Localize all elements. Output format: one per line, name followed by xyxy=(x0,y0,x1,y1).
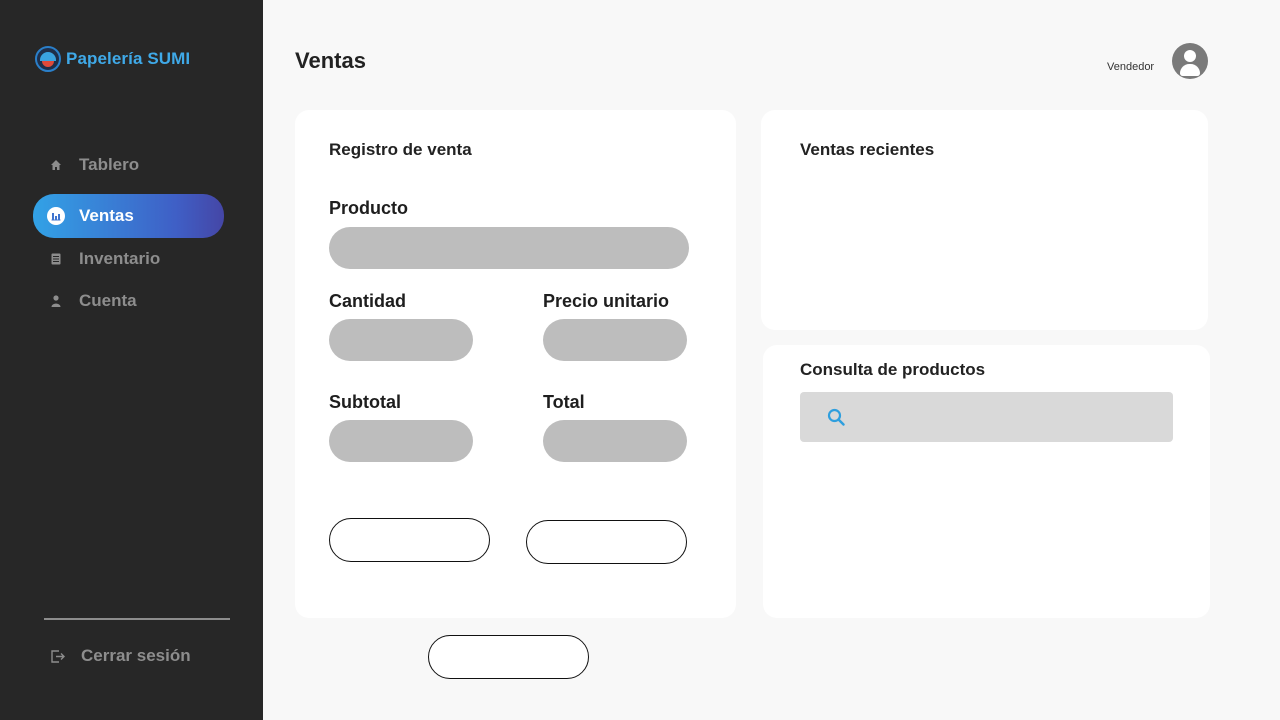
page-title: Ventas xyxy=(295,48,366,73)
quantity-input[interactable] xyxy=(329,319,473,361)
subtotal-label: Subtotal xyxy=(329,392,401,412)
home-icon xyxy=(49,158,63,172)
user-icon xyxy=(49,294,63,308)
avatar-head xyxy=(1184,50,1196,62)
sale-form-title: Registro de venta xyxy=(329,140,472,159)
form-action-button-2[interactable] xyxy=(526,520,687,564)
sales-chart-icon xyxy=(47,207,65,225)
sidebar-nav: Tablero Ventas Inventario Cuenta xyxy=(33,144,224,322)
sidebar-item-label: Inventario xyxy=(79,249,161,268)
sidebar-item-ventas[interactable]: Ventas xyxy=(33,194,224,238)
sidebar-item-inventario[interactable]: Inventario xyxy=(33,238,224,280)
user-role: Vendedor xyxy=(1107,61,1155,73)
product-label: Producto xyxy=(329,198,408,218)
logout-label: Cerrar sesión xyxy=(81,646,191,665)
product-input[interactable] xyxy=(329,227,689,269)
brand-logo-icon xyxy=(35,46,61,72)
total-field[interactable] xyxy=(543,420,687,462)
sidebar-item-label: Cuenta xyxy=(79,291,137,310)
search-icon xyxy=(827,408,845,426)
sidebar-item-cuenta[interactable]: Cuenta xyxy=(33,280,224,322)
sidebar-divider xyxy=(44,618,230,620)
brand[interactable]: Papelería SUMI xyxy=(35,46,190,72)
search-input[interactable] xyxy=(800,392,1173,442)
avatar-body xyxy=(1180,64,1200,76)
sidebar-item-label: Ventas xyxy=(79,206,134,225)
avatar[interactable] xyxy=(1172,43,1208,79)
recent-sales-card: Ventas recientes xyxy=(761,110,1208,330)
inventory-icon xyxy=(49,252,63,266)
unit-price-label: Precio unitario xyxy=(543,291,670,311)
sidebar-item-label: Tablero xyxy=(79,155,140,174)
unit-price-input[interactable] xyxy=(543,319,687,361)
quantity-label: Cantidad xyxy=(329,291,407,311)
recent-sales-title: Ventas recientes xyxy=(800,140,935,159)
logout-button[interactable]: Cerrar sesión xyxy=(50,646,191,666)
sidebar-item-tablero[interactable]: Tablero xyxy=(33,144,224,186)
logout-icon xyxy=(50,649,65,664)
product-lookup-title: Consulta de productos xyxy=(800,360,986,379)
form-action-button-1[interactable] xyxy=(329,518,490,562)
subtotal-field[interactable] xyxy=(329,420,473,462)
sidebar: Papelería SUMI Tablero Ventas Inventario xyxy=(0,0,263,720)
total-label: Total xyxy=(543,392,585,412)
brand-name: Papelería SUMI xyxy=(66,49,191,68)
form-action-button-3[interactable] xyxy=(428,635,589,679)
product-lookup-card: Consulta de productos xyxy=(763,345,1210,618)
